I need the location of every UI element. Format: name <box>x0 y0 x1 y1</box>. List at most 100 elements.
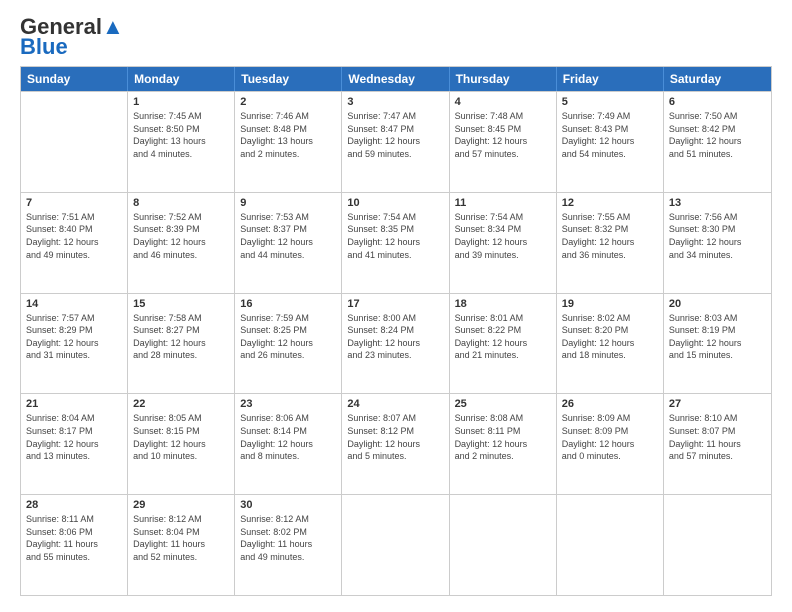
cell-info: Sunrise: 7:47 AM Sunset: 8:47 PM Dayligh… <box>347 110 443 160</box>
calendar-cell: 21Sunrise: 8:04 AM Sunset: 8:17 PM Dayli… <box>21 394 128 494</box>
calendar-cell: 18 Sunrise: 8:01 AM Sunset: 8:22 PM Dayli… <box>450 294 557 394</box>
day-number: 25 <box>455 398 551 410</box>
cell-info: Sunrise: 7:56 AM Sunset: 8:30 PM Dayligh… <box>669 211 766 261</box>
day-number: 18 <box>455 298 551 310</box>
page: General▲ Blue SundayMondayTuesdayWednesd… <box>0 0 792 612</box>
cell-info: Sunrise: 8:05 AM Sunset: 8:15 PM Dayligh… <box>133 412 229 462</box>
day-number: 11 <box>455 197 551 209</box>
cell-info: Sunrise: 8:10 AM Sunset: 8:07 PM Dayligh… <box>669 412 766 462</box>
calendar-cell: 6 Sunrise: 7:50 AM Sunset: 8:42 PM Daylig… <box>664 92 771 192</box>
cell-info: Sunrise: 8:04 AM Sunset: 8:17 PM Dayligh… <box>26 412 122 462</box>
cell-info: Sunrise: 8:11 AM Sunset: 8:06 PM Dayligh… <box>26 513 122 563</box>
cell-info: Sunrise: 7:52 AM Sunset: 8:39 PM Dayligh… <box>133 211 229 261</box>
calendar-cell: 14 Sunrise: 7:57 AM Sunset: 8:29 PM Dayli… <box>21 294 128 394</box>
cell-info: Sunrise: 7:50 AM Sunset: 8:42 PM Dayligh… <box>669 110 766 160</box>
calendar-cell: 11 Sunrise: 7:54 AM Sunset: 8:34 PM Dayli… <box>450 193 557 293</box>
day-header-tuesday: Tuesday <box>235 67 342 91</box>
calendar-row-3: 14 Sunrise: 7:57 AM Sunset: 8:29 PM Dayli… <box>21 293 771 394</box>
cell-info: Sunrise: 7:54 AM Sunset: 8:35 PM Dayligh… <box>347 211 443 261</box>
calendar-row-1: 1 Sunrise: 7:45 AM Sunset: 8:50 PM Daylig… <box>21 91 771 192</box>
day-number: 24 <box>347 398 443 410</box>
day-number: 13 <box>669 197 766 209</box>
cell-info: Sunrise: 7:59 AM Sunset: 8:25 PM Dayligh… <box>240 312 336 362</box>
cell-info: Sunrise: 7:55 AM Sunset: 8:32 PM Dayligh… <box>562 211 658 261</box>
calendar-cell: 7Sunrise: 7:51 AM Sunset: 8:40 PM Daylig… <box>21 193 128 293</box>
day-number: 15 <box>133 298 229 310</box>
calendar-cell: 30 Sunrise: 8:12 AM Sunset: 8:02 PM Dayli… <box>235 495 342 595</box>
day-number: 22 <box>133 398 229 410</box>
calendar-cell: 2 Sunrise: 7:46 AM Sunset: 8:48 PM Daylig… <box>235 92 342 192</box>
day-number: 6 <box>669 96 766 108</box>
day-number: 19 <box>562 298 658 310</box>
logo: General▲ Blue <box>20 16 124 58</box>
day-number: 17 <box>347 298 443 310</box>
calendar-header: SundayMondayTuesdayWednesdayThursdayFrid… <box>21 67 771 91</box>
day-number: 3 <box>347 96 443 108</box>
day-number: 2 <box>240 96 336 108</box>
cell-info: Sunrise: 7:48 AM Sunset: 8:45 PM Dayligh… <box>455 110 551 160</box>
cell-info: Sunrise: 8:08 AM Sunset: 8:11 PM Dayligh… <box>455 412 551 462</box>
calendar-cell: 4 Sunrise: 7:48 AM Sunset: 8:45 PM Daylig… <box>450 92 557 192</box>
calendar-cell: 17 Sunrise: 8:00 AM Sunset: 8:24 PM Dayli… <box>342 294 449 394</box>
calendar-cell: 16 Sunrise: 7:59 AM Sunset: 8:25 PM Dayli… <box>235 294 342 394</box>
day-number: 16 <box>240 298 336 310</box>
day-header-monday: Monday <box>128 67 235 91</box>
day-number: 26 <box>562 398 658 410</box>
day-number: 20 <box>669 298 766 310</box>
cell-info: Sunrise: 8:12 AM Sunset: 8:04 PM Dayligh… <box>133 513 229 563</box>
calendar-row-4: 21Sunrise: 8:04 AM Sunset: 8:17 PM Dayli… <box>21 393 771 494</box>
cell-info: Sunrise: 7:46 AM Sunset: 8:48 PM Dayligh… <box>240 110 336 160</box>
calendar-cell: 25 Sunrise: 8:08 AM Sunset: 8:11 PM Dayli… <box>450 394 557 494</box>
calendar-cell: 10 Sunrise: 7:54 AM Sunset: 8:35 PM Dayli… <box>342 193 449 293</box>
day-header-wednesday: Wednesday <box>342 67 449 91</box>
calendar-cell: 3 Sunrise: 7:47 AM Sunset: 8:47 PM Daylig… <box>342 92 449 192</box>
calendar-cell: 5Sunrise: 7:49 AM Sunset: 8:43 PM Daylig… <box>557 92 664 192</box>
day-number: 4 <box>455 96 551 108</box>
calendar-cell: 8 Sunrise: 7:52 AM Sunset: 8:39 PM Daylig… <box>128 193 235 293</box>
cell-info: Sunrise: 8:00 AM Sunset: 8:24 PM Dayligh… <box>347 312 443 362</box>
calendar-cell: 15 Sunrise: 7:58 AM Sunset: 8:27 PM Dayli… <box>128 294 235 394</box>
calendar-cell <box>342 495 449 595</box>
calendar-cell <box>21 92 128 192</box>
calendar-cell: 29Sunrise: 8:12 AM Sunset: 8:04 PM Dayli… <box>128 495 235 595</box>
day-number: 5 <box>562 96 658 108</box>
day-number: 27 <box>669 398 766 410</box>
day-number: 9 <box>240 197 336 209</box>
day-number: 10 <box>347 197 443 209</box>
cell-info: Sunrise: 7:57 AM Sunset: 8:29 PM Dayligh… <box>26 312 122 362</box>
calendar-cell: 20Sunrise: 8:03 AM Sunset: 8:19 PM Dayli… <box>664 294 771 394</box>
calendar-cell: 12 Sunrise: 7:55 AM Sunset: 8:32 PM Dayli… <box>557 193 664 293</box>
day-number: 14 <box>26 298 122 310</box>
calendar-cell: 13 Sunrise: 7:56 AM Sunset: 8:30 PM Dayli… <box>664 193 771 293</box>
calendar-row-2: 7Sunrise: 7:51 AM Sunset: 8:40 PM Daylig… <box>21 192 771 293</box>
cell-info: Sunrise: 7:53 AM Sunset: 8:37 PM Dayligh… <box>240 211 336 261</box>
day-number: 12 <box>562 197 658 209</box>
calendar-cell <box>557 495 664 595</box>
cell-info: Sunrise: 8:09 AM Sunset: 8:09 PM Dayligh… <box>562 412 658 462</box>
calendar-cell: 22 Sunrise: 8:05 AM Sunset: 8:15 PM Dayli… <box>128 394 235 494</box>
day-number: 1 <box>133 96 229 108</box>
cell-info: Sunrise: 8:06 AM Sunset: 8:14 PM Dayligh… <box>240 412 336 462</box>
cell-info: Sunrise: 7:58 AM Sunset: 8:27 PM Dayligh… <box>133 312 229 362</box>
calendar-cell <box>664 495 771 595</box>
cell-info: Sunrise: 7:45 AM Sunset: 8:50 PM Dayligh… <box>133 110 229 160</box>
cell-info: Sunrise: 8:02 AM Sunset: 8:20 PM Dayligh… <box>562 312 658 362</box>
cell-info: Sunrise: 8:12 AM Sunset: 8:02 PM Dayligh… <box>240 513 336 563</box>
cell-info: Sunrise: 7:51 AM Sunset: 8:40 PM Dayligh… <box>26 211 122 261</box>
day-header-friday: Friday <box>557 67 664 91</box>
cell-info: Sunrise: 8:01 AM Sunset: 8:22 PM Dayligh… <box>455 312 551 362</box>
day-number: 8 <box>133 197 229 209</box>
logo-blue: Blue <box>20 36 68 58</box>
day-number: 23 <box>240 398 336 410</box>
calendar-cell: 24Sunrise: 8:07 AM Sunset: 8:12 PM Dayli… <box>342 394 449 494</box>
cell-info: Sunrise: 7:54 AM Sunset: 8:34 PM Dayligh… <box>455 211 551 261</box>
calendar-cell <box>450 495 557 595</box>
calendar-cell: 27 Sunrise: 8:10 AM Sunset: 8:07 PM Dayli… <box>664 394 771 494</box>
calendar-cell: 19 Sunrise: 8:02 AM Sunset: 8:20 PM Dayli… <box>557 294 664 394</box>
calendar-body: 1 Sunrise: 7:45 AM Sunset: 8:50 PM Daylig… <box>21 91 771 595</box>
day-number: 30 <box>240 499 336 511</box>
day-header-saturday: Saturday <box>664 67 771 91</box>
header: General▲ Blue <box>20 16 772 58</box>
day-header-thursday: Thursday <box>450 67 557 91</box>
calendar-cell: 9 Sunrise: 7:53 AM Sunset: 8:37 PM Daylig… <box>235 193 342 293</box>
